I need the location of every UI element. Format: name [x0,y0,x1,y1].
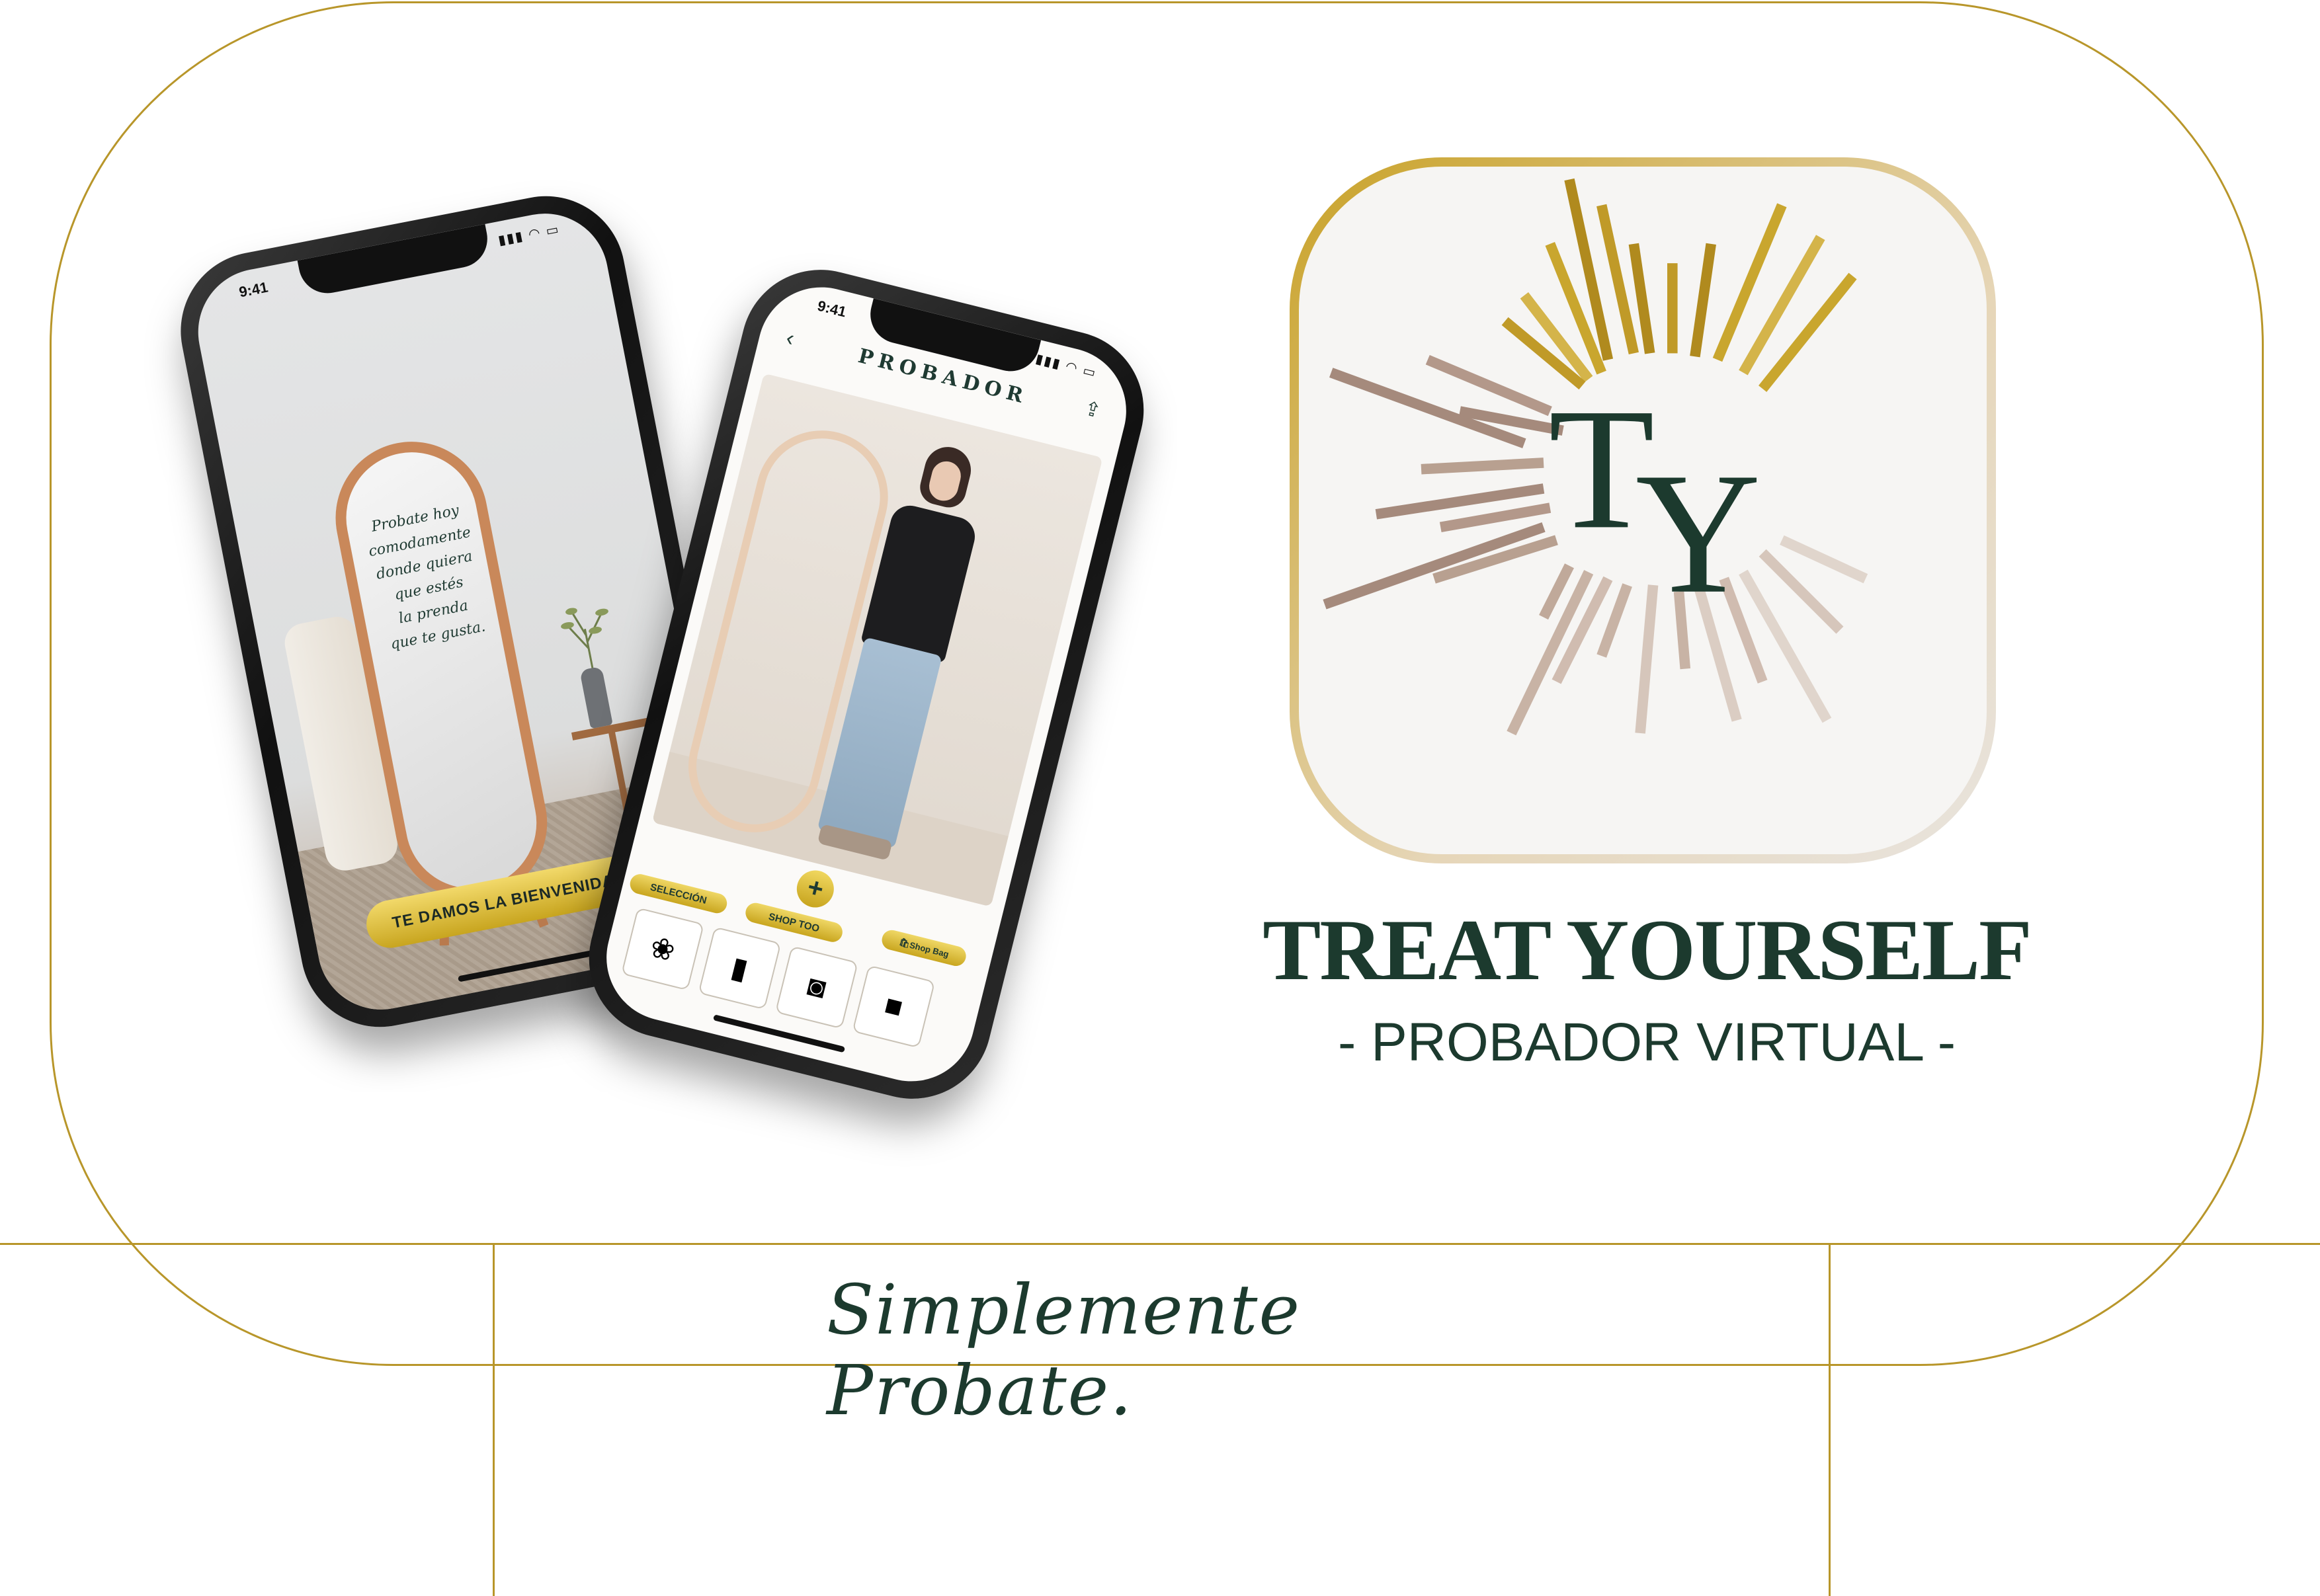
brand-subtitle: - PROBADOR VIRTUAL - [1337,1012,1956,1072]
divider-line-right [1829,1243,1831,1596]
plus-icon[interactable]: + [792,866,838,912]
status-icons: ▮▮▮ ◠ ▭ [497,221,561,249]
divider-line-top [0,1243,2320,1245]
thumbnail-belt[interactable]: ◙ [774,945,858,1029]
vase [579,666,613,729]
thumbnail-floral-shirt[interactable]: ❀ [620,907,705,991]
shop-bag-button[interactable]: 🛍 Shop Bag [880,928,968,969]
fitting-room-view [651,373,1103,907]
divider-line-left [493,1243,495,1596]
status-time: 9:41 [237,278,270,301]
sunburst-logo-icon: T Y [1323,178,1868,736]
monogram-y: Y [1636,437,1761,629]
brand-title: TREAT YOURSELF [1263,901,2032,998]
status-time: 9:41 [815,297,849,321]
thumbnail-jeans[interactable]: ▮ [698,926,782,1010]
tagline: Simplemente Probate. [827,1269,1301,1431]
app-icon-logo: T Y [1290,157,1996,863]
plant-icon [561,608,608,675]
thumbnail-black-jacket[interactable]: ■ [852,965,936,1049]
shop-bag-label: Shop Bag [908,939,950,959]
status-icons: ▮▮▮ ◠ ▭ [1034,351,1098,381]
